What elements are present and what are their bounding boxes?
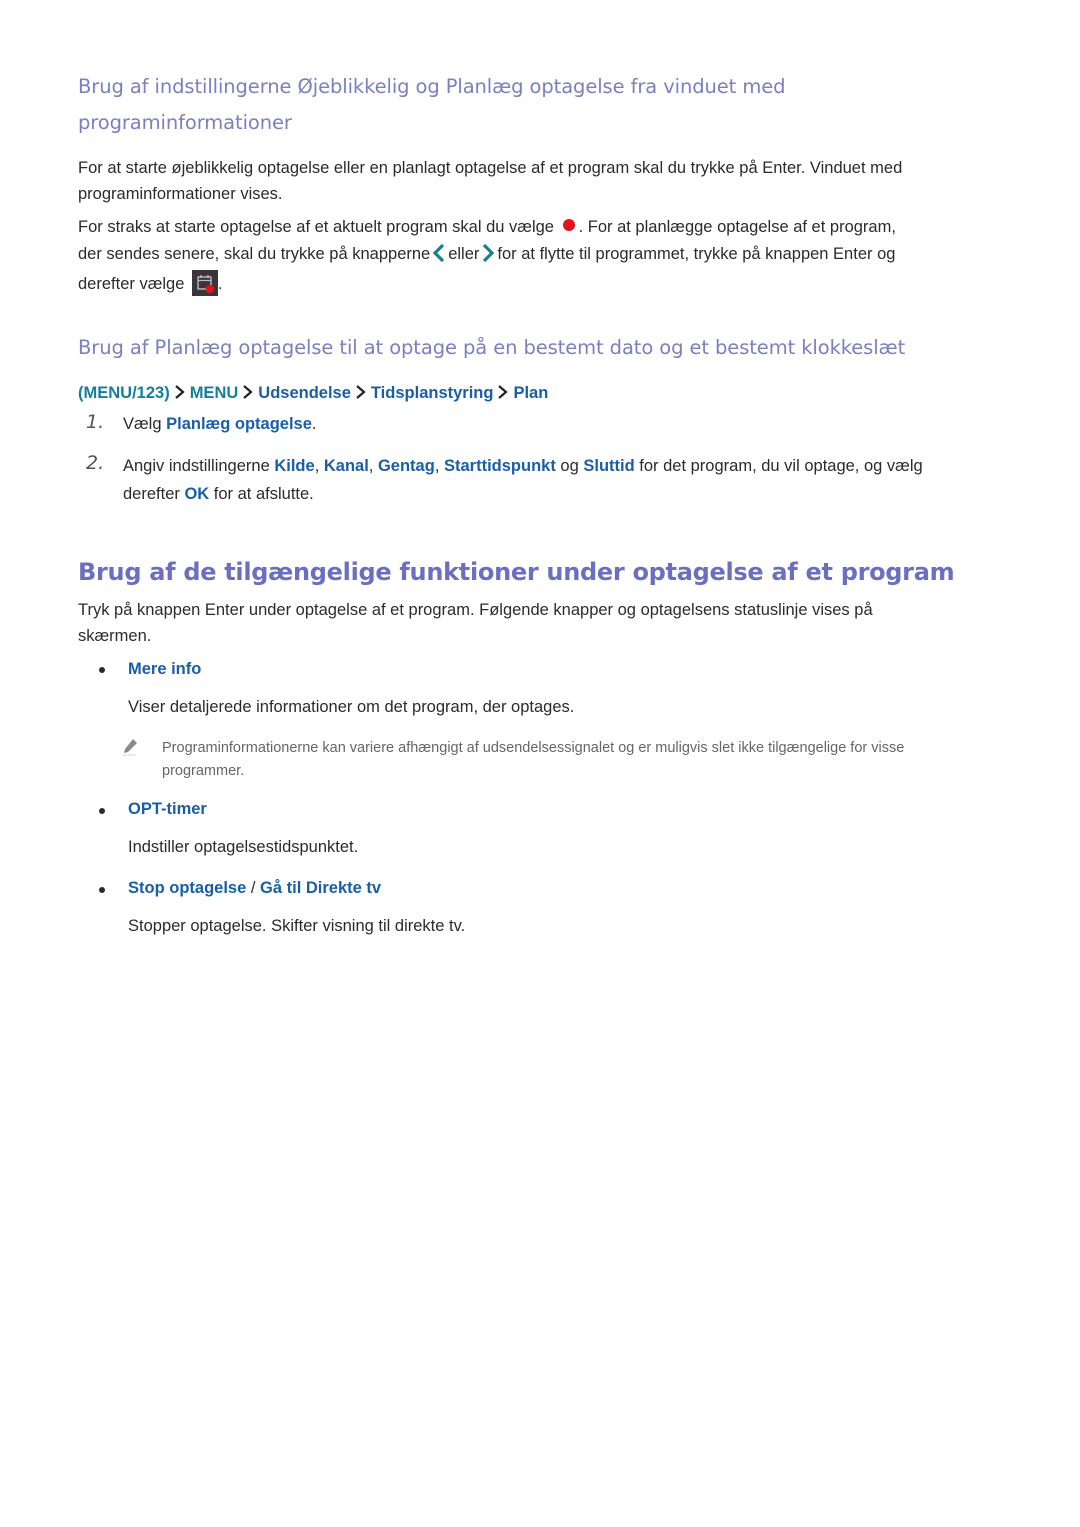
- pencil-note-icon: [122, 738, 138, 761]
- chevron-right-icon: [496, 384, 510, 400]
- schedule-record-icon: [191, 270, 218, 296]
- text-span: ,: [368, 457, 378, 475]
- text-span: for at flytte til programmet, trykke på …: [497, 245, 896, 263]
- text-span: derefter: [123, 485, 185, 503]
- option-gentag: Gentag: [377, 457, 435, 475]
- item-title-stop-optagelse: Stop optagelse: [128, 879, 247, 897]
- link-planlaeg-optagelse: Planlæg optagelse: [166, 415, 312, 433]
- text-line: skærmen.: [78, 627, 152, 645]
- text-span: ,: [434, 457, 444, 475]
- text-line: derefter vælge .: [78, 270, 896, 298]
- chevron-right-icon: [173, 384, 187, 400]
- text-line: programinformationer vises.: [78, 185, 283, 203]
- bullet: [99, 808, 105, 814]
- paragraph-recording-intro: Tryk på knappen Enter under optagelse af…: [78, 597, 873, 649]
- note-text: Programinformationerne kan variere afhæn…: [162, 737, 904, 783]
- option-sluttid: Sluttid: [583, 457, 635, 475]
- section-heading-instant-schedule: Brug af indstillingerne Øjeblikkelig og …: [78, 69, 786, 141]
- text-line: Programinformationerne kan variere afhæn…: [162, 740, 905, 756]
- item-title-stop: Stop optagelse / Gå til Direkte tv: [128, 875, 381, 901]
- text-span: Vælg: [123, 415, 167, 433]
- step-1: Vælg Planlæg optagelse.: [123, 411, 317, 437]
- record-dot-icon: [562, 219, 575, 231]
- text-span: Angiv indstillingerne: [123, 457, 275, 475]
- text-line: Tryk på knappen Enter under optagelse af…: [78, 601, 873, 619]
- breadcrumb-udsendelse: Udsendelse: [258, 384, 351, 402]
- item-title-ga-til-direkte-tv: Gå til Direkte tv: [260, 879, 382, 897]
- paragraph-intro: For at starte øjeblikkelig optagelse ell…: [78, 155, 902, 207]
- text-line: programmer.: [162, 763, 245, 779]
- text-span: derefter vælge: [78, 275, 185, 293]
- item-desc: Indstiller optagelsestidspunktet.: [128, 838, 359, 856]
- breadcrumb-menu: MENU: [189, 384, 239, 402]
- menu-path-breadcrumb: (MENU/123) MENU Udsendelse Tidsplanstyring P…: [78, 380, 548, 406]
- chevron-right-icon: [354, 384, 368, 400]
- option-starttidspunkt: Starttidspunkt: [443, 457, 556, 475]
- breadcrumb-tidsplanstyring: Tidsplanstyring: [370, 384, 494, 402]
- item-title-mere-info: Mere info: [128, 660, 202, 678]
- item-title-opt-timer: OPT-timer: [128, 800, 207, 818]
- text-span: eller: [448, 245, 480, 263]
- chevron-right-icon: [481, 243, 495, 263]
- breadcrumb-menu-123: (MENU/123): [78, 384, 170, 402]
- text-span: /: [246, 879, 261, 897]
- option-ok: OK: [184, 485, 210, 503]
- item-desc: Stopper optagelse. Skifter visning til d…: [128, 917, 466, 935]
- chevron-left-icon: [432, 243, 446, 263]
- heading-line-2: programinformationer: [78, 111, 292, 134]
- chevron-right-icon: [241, 384, 255, 400]
- text-line: derefter OK for at afslutte.: [123, 480, 923, 508]
- manual-page: Brug af indstillingerne Øjeblikkelig og …: [0, 0, 1080, 1527]
- step-number: 2.: [86, 452, 105, 474]
- text-span: der sendes senere, skal du trykke på kna…: [78, 245, 431, 263]
- bullet: [99, 887, 105, 893]
- text-line: For straks at starte optagelse af et akt…: [78, 214, 896, 241]
- step-2: Angiv indstillingerne Kilde, Kanal, Gent…: [123, 452, 923, 508]
- breadcrumb-plan: Plan: [513, 384, 549, 402]
- text-span: .: [311, 415, 317, 433]
- paragraph-instructions: For straks at starte optagelse af et akt…: [78, 214, 896, 298]
- option-kanal: Kanal: [323, 457, 369, 475]
- heading-line-1: Brug af indstillingerne Øjeblikkelig og …: [78, 75, 786, 98]
- text-line: For at starte øjeblikkelig optagelse ell…: [78, 159, 903, 177]
- text-span: ,: [314, 457, 324, 475]
- text-span: .: [217, 275, 223, 293]
- section-heading-recording-functions: Brug af de tilgængelige funktioner under…: [78, 558, 955, 586]
- text-span: . For at planlægge optagelse af et progr…: [578, 218, 896, 236]
- bullet: [99, 667, 105, 673]
- section-heading-schedule-recording: Brug af Planlæg optagelse til at optage …: [78, 336, 906, 359]
- text-span: for at afslutte.: [209, 485, 314, 503]
- option-kilde: Kilde: [274, 457, 315, 475]
- text-span: og: [555, 457, 584, 475]
- item-desc: Viser detaljerede informationer om det p…: [128, 698, 575, 716]
- step-number: 1.: [86, 411, 105, 433]
- text-line: Angiv indstillingerne Kilde, Kanal, Gent…: [123, 452, 923, 480]
- text-span: for det program, du vil optage, og vælg: [634, 457, 923, 475]
- text-line: der sendes senere, skal du trykke på kna…: [78, 241, 896, 268]
- text-span: For straks at starte optagelse af et akt…: [78, 218, 554, 236]
